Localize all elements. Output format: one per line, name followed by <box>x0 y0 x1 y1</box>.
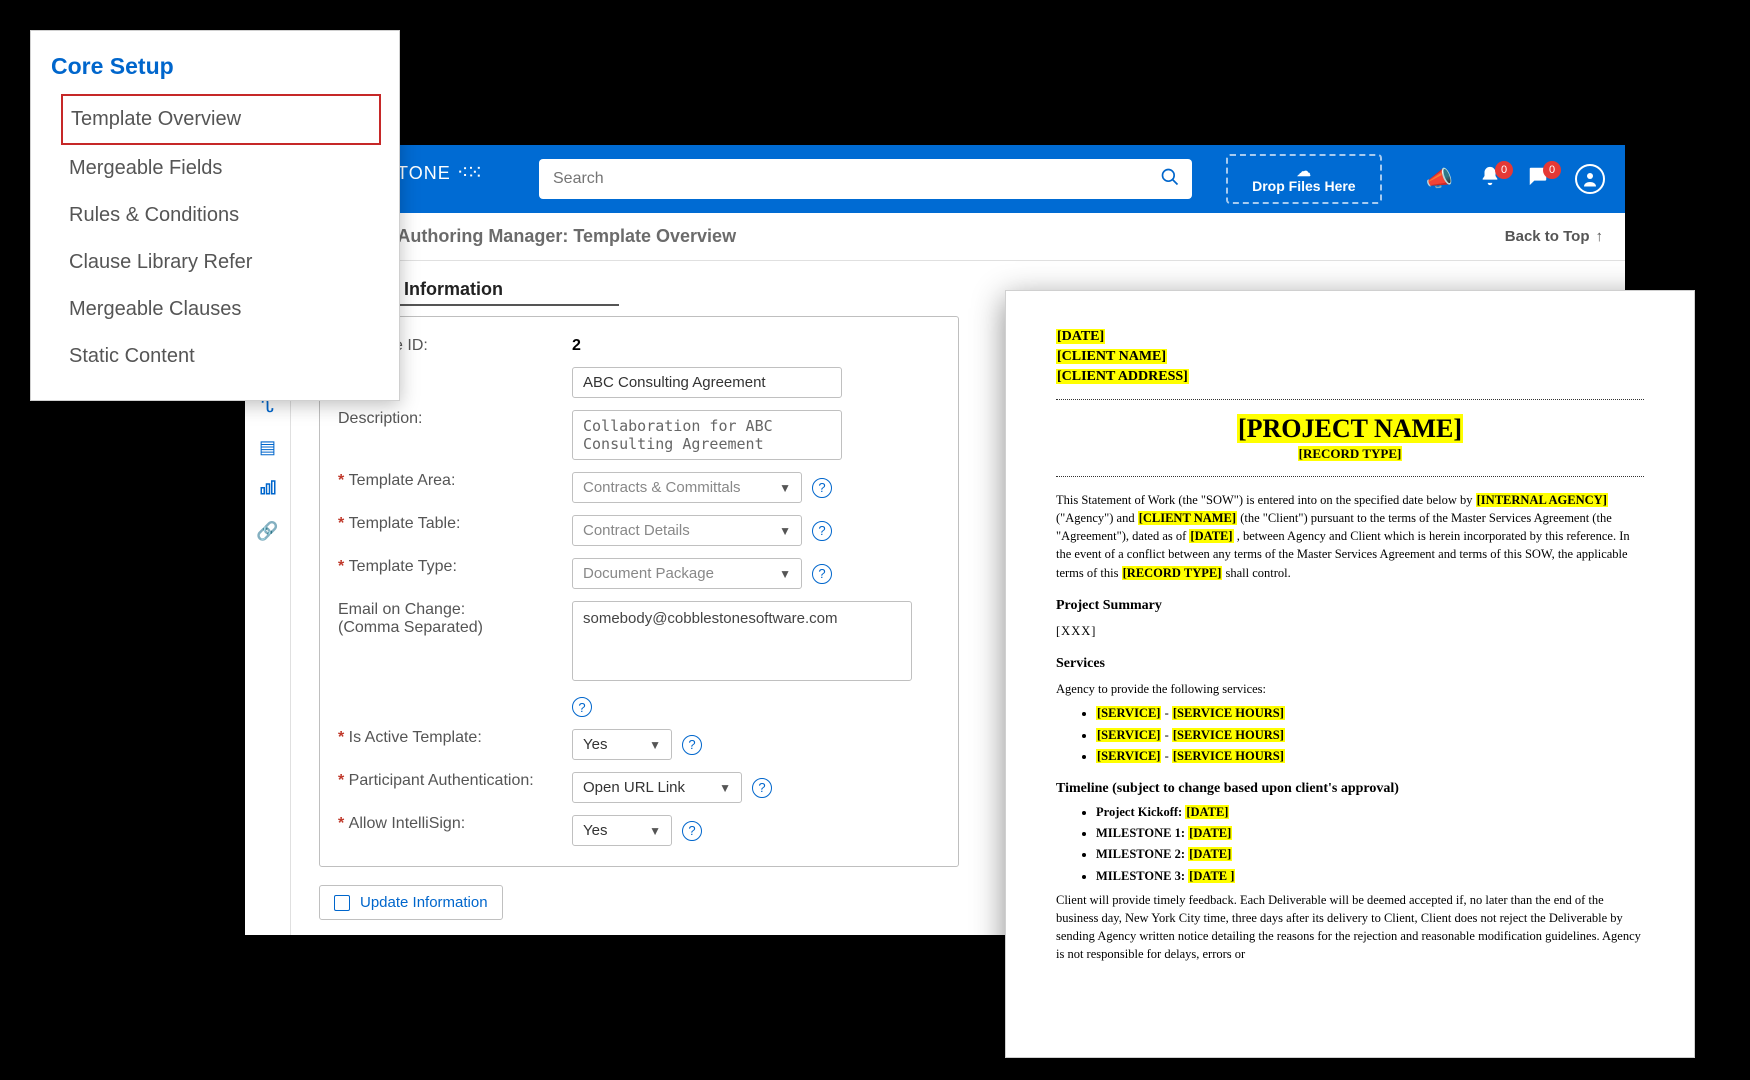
doc-services-lead: Agency to provide the following services… <box>1056 680 1644 698</box>
core-item-mergeable-fields[interactable]: Mergeable Fields <box>61 145 381 192</box>
core-setup-title: Core Setup <box>31 31 399 94</box>
caret-down-icon: ▼ <box>779 567 791 581</box>
description-input[interactable] <box>572 410 842 460</box>
doc-client-name-ph: [CLIENT NAME] <box>1056 349 1167 364</box>
core-setup-list: Template Overview Mergeable Fields Rules… <box>31 94 399 390</box>
template-type-label: Template Type: <box>338 558 558 576</box>
message-badge: 0 <box>1543 161 1561 179</box>
help-icon[interactable]: ? <box>752 778 772 798</box>
caret-down-icon: ▼ <box>719 781 731 795</box>
active-template-value: Yes <box>583 736 607 753</box>
search-bar[interactable] <box>539 159 1192 199</box>
allow-intellisign-value: Yes <box>583 822 607 839</box>
link-icon[interactable]: 🔗 <box>245 521 290 542</box>
description-label: Description: <box>338 410 558 428</box>
doc-summary-body: [XXX] <box>1056 622 1644 640</box>
doc-project-name-ph: [PROJECT NAME] <box>1237 414 1463 443</box>
template-table-select[interactable]: Contract Details ▼ <box>572 515 802 546</box>
core-item-template-overview[interactable]: Template Overview <box>61 94 381 145</box>
template-area-label: Template Area: <box>338 472 558 490</box>
template-area-value: Contracts & Committals <box>583 479 741 496</box>
doc-closing-paragraph: Client will provide timely feedback. Eac… <box>1056 891 1644 964</box>
doc-divider <box>1056 476 1644 477</box>
drop-files-zone[interactable]: ☁ Drop Files Here <box>1226 154 1381 204</box>
core-item-mergeable-clauses[interactable]: Mergeable Clauses <box>61 286 381 333</box>
update-information-label: Update Information <box>360 894 488 911</box>
help-icon[interactable]: ? <box>682 735 702 755</box>
doc-services-heading: Services <box>1056 654 1644 674</box>
core-item-rules-conditions[interactable]: Rules & Conditions <box>61 192 381 239</box>
help-icon[interactable]: ? <box>572 697 592 717</box>
breadcrumb-row: Document Authoring Manager: Template Ove… <box>245 213 1625 261</box>
megaphone-icon[interactable]: 📣 <box>1426 166 1453 192</box>
search-input[interactable] <box>551 169 1160 189</box>
doc-record-type-ph: [RECORD TYPE] <box>1298 446 1403 461</box>
brand-dots-icon: ⁖⁙ <box>457 163 481 183</box>
arrow-up-icon: ↑ <box>1596 228 1604 245</box>
core-setup-panel: Core Setup Template Overview Mergeable F… <box>30 30 400 401</box>
title-input[interactable] <box>572 367 842 398</box>
email-change-input[interactable]: somebody@cobblestonesoftware.com <box>572 601 912 681</box>
core-item-static-content[interactable]: Static Content <box>61 333 381 380</box>
doc-timeline-list: Project Kickoff: [DATE] MILESTONE 1: [DA… <box>1096 803 1644 885</box>
user-avatar-icon[interactable] <box>1575 164 1605 194</box>
topbar-icons: 📣 0 0 <box>1426 164 1605 194</box>
participant-auth-select[interactable]: Open URL Link ▼ <box>572 772 742 803</box>
caret-down-icon: ▼ <box>779 524 791 538</box>
caret-down-icon: ▼ <box>649 738 661 752</box>
caret-down-icon: ▼ <box>779 481 791 495</box>
participant-auth-label: Participant Authentication: <box>338 772 558 790</box>
help-icon[interactable]: ? <box>812 478 832 498</box>
upload-icon: ☁ <box>1297 164 1311 178</box>
bell-icon[interactable]: 0 <box>1479 165 1501 193</box>
caret-down-icon: ▼ <box>649 824 661 838</box>
update-information-button[interactable]: Update Information <box>319 885 503 920</box>
doc-services-list: [SERVICE] - [SERVICE HOURS] [SERVICE] - … <box>1096 704 1644 764</box>
doc-summary-heading: Project Summary <box>1056 596 1644 616</box>
doc-client-address-ph: [CLIENT ADDRESS] <box>1056 369 1189 384</box>
template-area-select[interactable]: Contracts & Committals ▼ <box>572 472 802 503</box>
drop-files-label: Drop Files Here <box>1252 178 1355 194</box>
doc-body: This Statement of Work (the "SOW") is en… <box>1056 491 1644 963</box>
core-item-clause-library[interactable]: Clause Library Refer <box>61 239 381 286</box>
doc-date-ph: [DATE] <box>1056 329 1105 344</box>
template-table-value: Contract Details <box>583 522 690 539</box>
template-id-value: 2 <box>572 337 581 355</box>
help-icon[interactable]: ? <box>812 564 832 584</box>
participant-auth-value: Open URL Link <box>583 779 685 796</box>
help-icon[interactable]: ? <box>682 821 702 841</box>
template-table-label: Template Table: <box>338 515 558 533</box>
template-type-value: Document Package <box>583 565 714 582</box>
doc-divider <box>1056 399 1644 400</box>
help-icon[interactable]: ? <box>812 521 832 541</box>
active-template-label: Is Active Template: <box>338 729 558 747</box>
message-icon[interactable]: 0 <box>1527 165 1549 193</box>
overview-form: Template ID: 2 Title: Description: <box>319 316 959 867</box>
active-template-select[interactable]: Yes ▼ <box>572 729 672 760</box>
email-change-label: Email on Change: (Comma Separated) <box>338 601 558 637</box>
doc-timeline-heading: Timeline (subject to change based upon c… <box>1056 779 1644 799</box>
document-preview: [DATE] [CLIENT NAME] [CLIENT ADDRESS] [P… <box>1005 290 1695 1058</box>
allow-intellisign-select[interactable]: Yes ▼ <box>572 815 672 846</box>
tiles-icon[interactable]: ▤ <box>245 437 290 458</box>
back-to-top-label: Back to Top <box>1505 228 1590 245</box>
chart-icon[interactable] <box>245 478 290 501</box>
allow-intellisign-label: Allow IntelliSign: <box>338 815 558 833</box>
topbar: COBBLESTONE ⁖⁙ software ☁ Drop Files Her… <box>245 145 1625 213</box>
save-icon <box>334 895 350 911</box>
search-icon[interactable] <box>1160 167 1180 192</box>
template-type-select[interactable]: Document Package ▼ <box>572 558 802 589</box>
back-to-top-link[interactable]: Back to Top ↑ <box>1505 228 1603 245</box>
bell-badge: 0 <box>1495 161 1513 179</box>
